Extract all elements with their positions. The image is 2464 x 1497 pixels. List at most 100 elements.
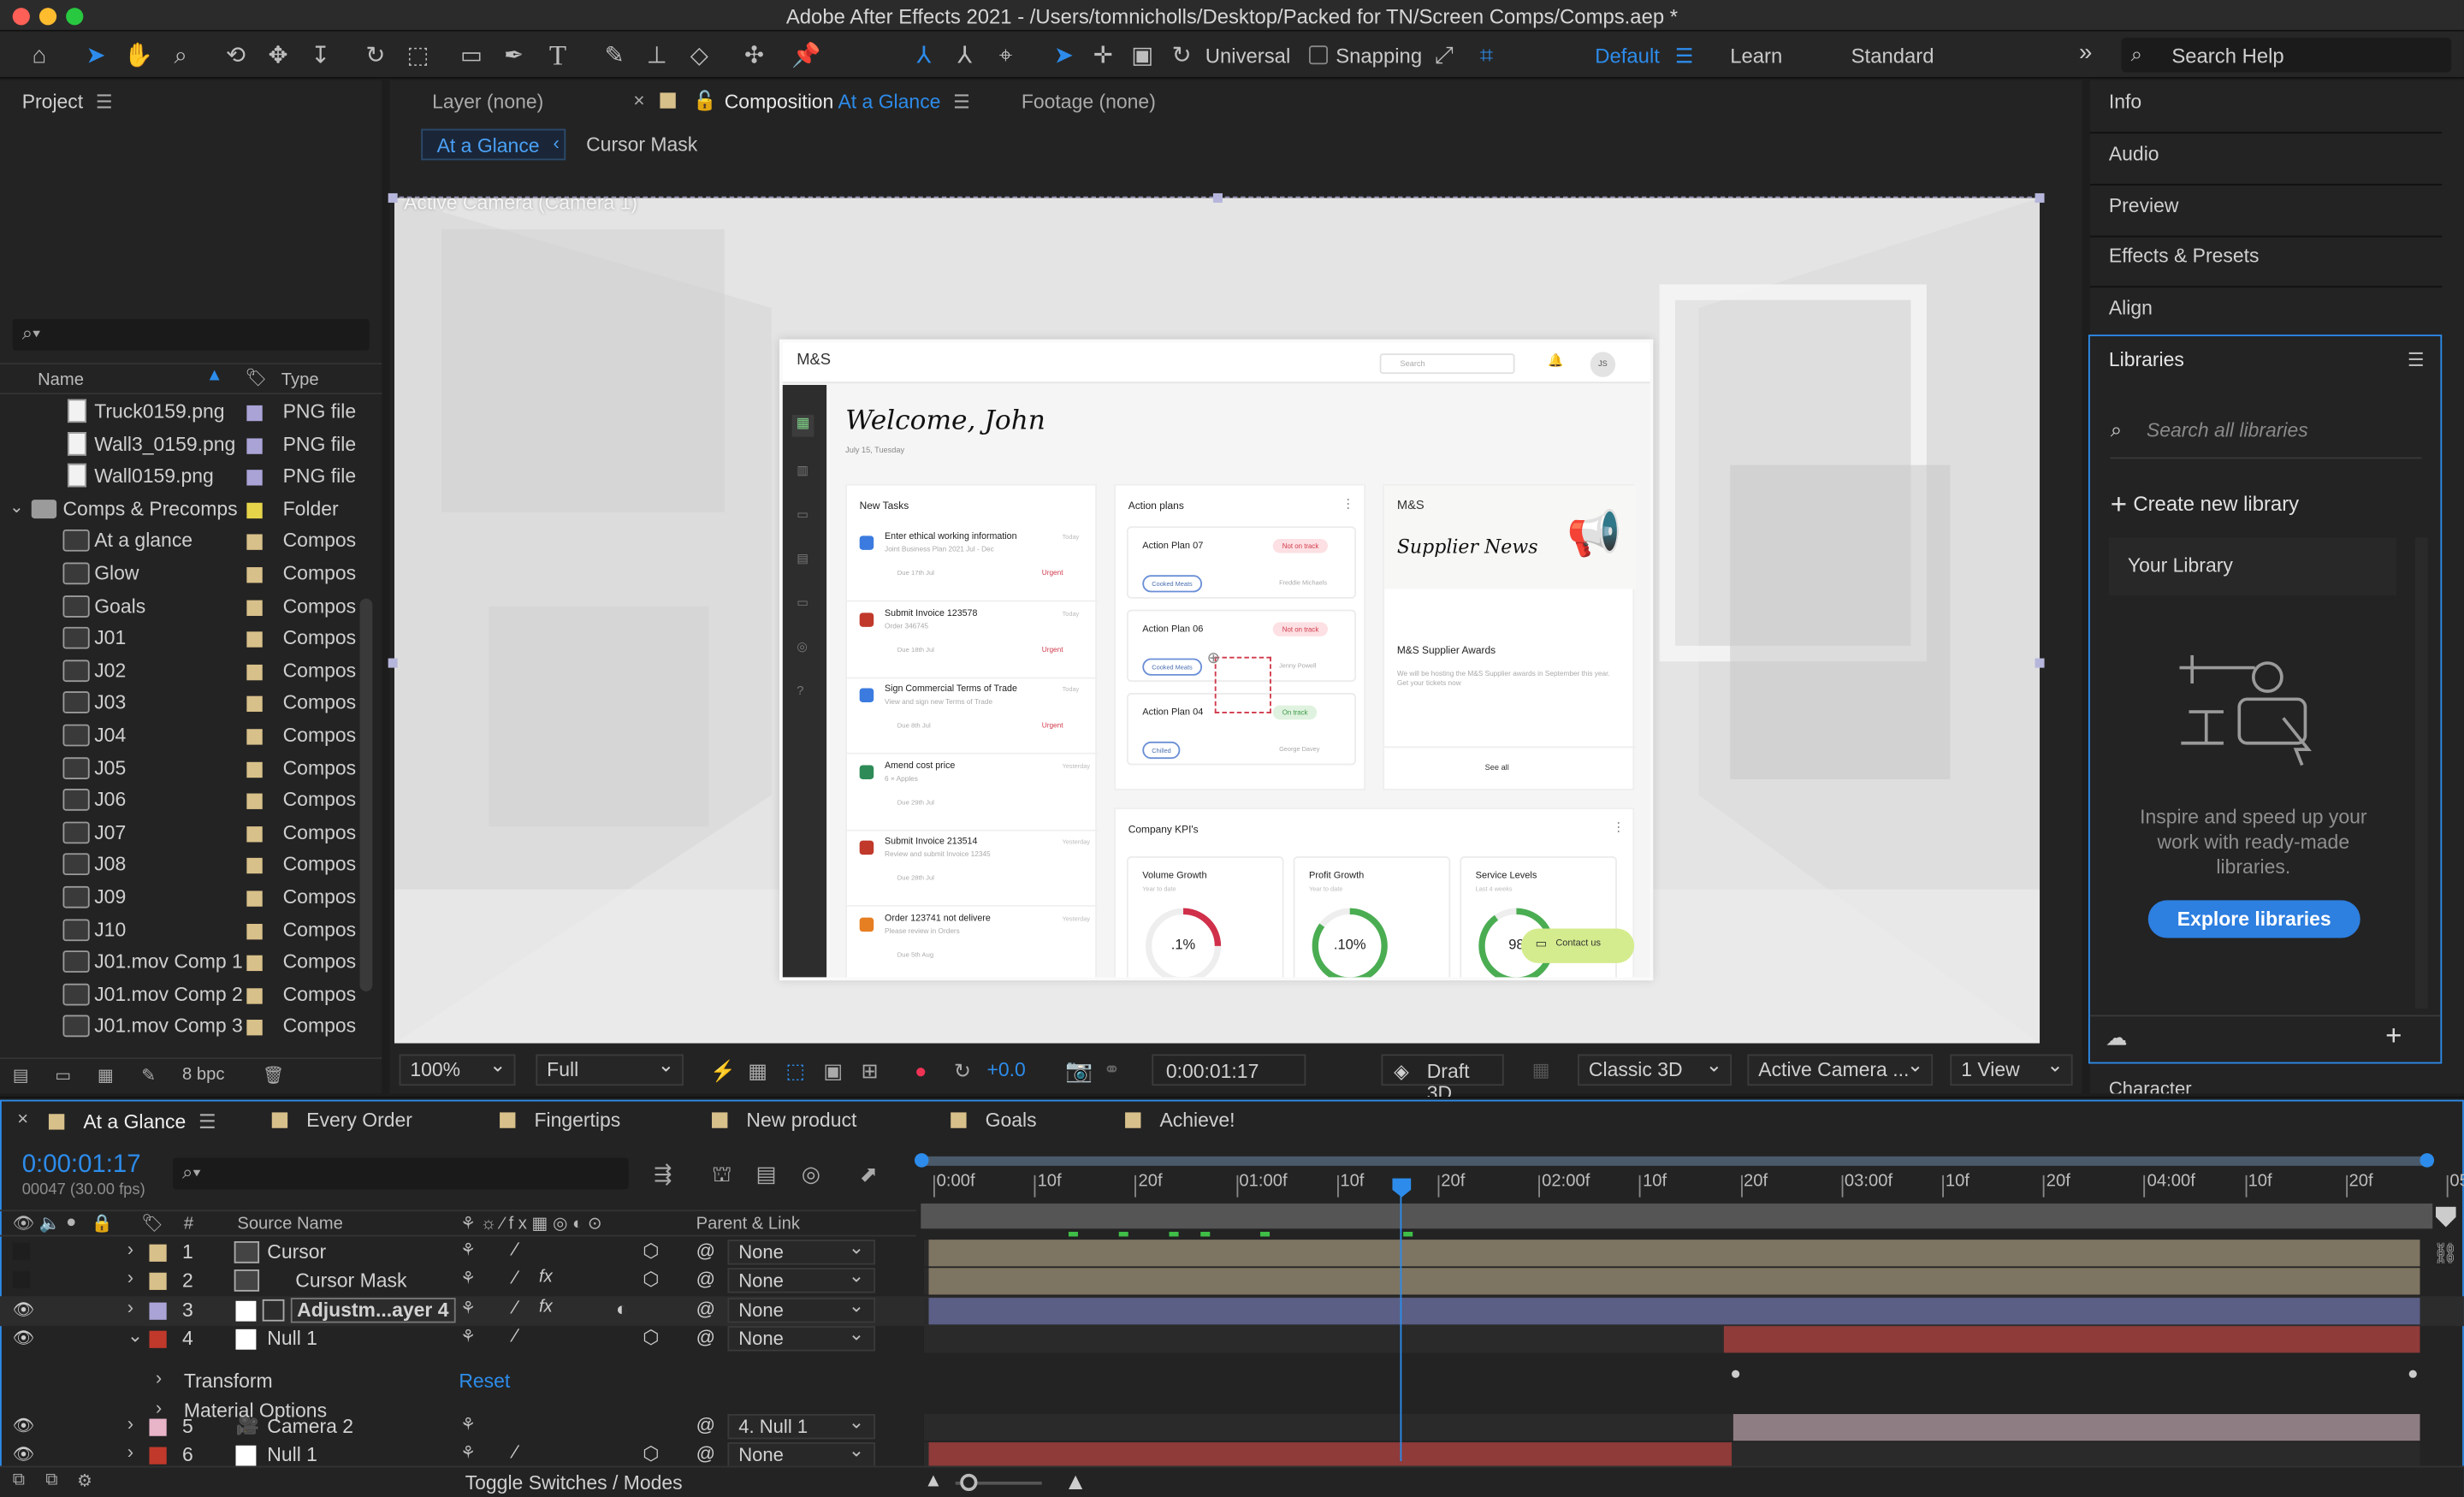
label-color-swatch[interactable] — [246, 793, 263, 810]
add-icon[interactable]: + — [2385, 1020, 2402, 1053]
disclosure-chevron-icon[interactable]: ⌄ — [9, 496, 24, 517]
clone-stamp-icon[interactable]: ⊥ — [640, 38, 674, 72]
extended-viewer-icon[interactable]: ▦ — [1532, 1059, 1550, 1081]
parent-link-header[interactable]: Parent & Link — [696, 1215, 800, 1234]
label-color-swatch[interactable] — [246, 470, 263, 486]
project-item[interactable]: J01.mov Comp 2 Compos — [0, 979, 377, 1010]
work-area-bar[interactable] — [921, 1156, 2433, 1166]
rotation-tool-icon[interactable]: ↻ — [358, 38, 393, 72]
bit-depth-button[interactable]: 8 bpc — [182, 1065, 224, 1084]
label-color-swatch[interactable] — [246, 437, 263, 454]
label-color-swatch[interactable] — [149, 1272, 167, 1290]
timeline-tab[interactable]: Every Order — [271, 1109, 412, 1131]
project-panel-title[interactable]: Project ☰ — [22, 92, 113, 114]
project-item[interactable]: J10 Compos — [0, 914, 377, 945]
brush-tool-icon[interactable]: ✎ — [597, 38, 631, 72]
work-area-end-handle[interactable] — [2420, 1153, 2435, 1168]
property-row[interactable]: › Material Options — [0, 1397, 2464, 1426]
shy-switch-icon[interactable]: ⚘ — [460, 1268, 476, 1288]
close-tab-icon[interactable]: × — [17, 1108, 28, 1130]
library-search-field[interactable]: ⌕ Search all libraries — [2110, 411, 2422, 459]
color-channel-icon[interactable]: ● — [915, 1059, 927, 1083]
expand-chevron-icon[interactable]: › — [156, 1397, 162, 1419]
parent-dropdown[interactable]: None — [727, 1294, 876, 1323]
interpret-footage-icon[interactable]: ▤ — [13, 1065, 29, 1086]
property-row[interactable]: › Transform Reset — [0, 1367, 2464, 1396]
zoom-tool-icon[interactable]: ⌕ — [163, 38, 198, 72]
timeline-current-time[interactable]: 0:00:01:17 — [22, 1151, 141, 1180]
label-color-swatch[interactable] — [149, 1244, 167, 1262]
eye-icon[interactable] — [12, 1270, 30, 1289]
timeline-tab[interactable]: At a Glance ☰ — [48, 1109, 216, 1133]
character-panel-tab[interactable]: Character — [2109, 1078, 2192, 1093]
project-item[interactable]: Goals Compos — [0, 590, 377, 622]
source-name-header[interactable]: Source Name — [237, 1215, 343, 1234]
workspace-menu-icon[interactable]: ☰ — [1675, 44, 1693, 68]
tab-layer[interactable]: Layer (none) — [432, 92, 543, 114]
label-color-swatch[interactable] — [246, 761, 263, 778]
handle[interactable] — [2035, 192, 2045, 203]
shy-switch-icon[interactable]: ⚘ — [460, 1298, 476, 1318]
in-out-icon[interactable]: ⚙ — [77, 1470, 92, 1491]
label-color-swatch[interactable] — [246, 664, 263, 680]
tab-footage[interactable]: Footage (none) — [1022, 92, 1156, 114]
grid-guides-icon[interactable]: ⊞ — [862, 1059, 879, 1084]
world-axis-icon[interactable]: ⅄ — [948, 38, 982, 72]
project-item[interactable]: J04 Compos — [0, 719, 377, 751]
view-layout-dropdown[interactable]: 1 View — [1950, 1053, 2073, 1086]
label-color-swatch[interactable] — [246, 631, 263, 648]
home-icon[interactable]: ⌂ — [22, 38, 56, 72]
project-item[interactable]: J07 Compos — [0, 817, 377, 849]
project-item[interactable]: Wall0159.png PNG file — [0, 460, 377, 492]
solo-icon[interactable]: ● — [66, 1213, 76, 1232]
sort-ascending-icon[interactable]: ▲ — [206, 366, 223, 385]
label-color-swatch[interactable] — [246, 729, 263, 745]
quality-switch-icon[interactable]: ∕ — [514, 1324, 518, 1346]
project-item[interactable]: J08 Compos — [0, 849, 377, 881]
handle[interactable] — [1212, 192, 1223, 203]
quality-switch-icon[interactable]: ∕ — [514, 1441, 518, 1463]
timeline-tab[interactable]: Fingertips — [500, 1109, 620, 1131]
graph-editor-icon[interactable]: ⬈ — [860, 1161, 879, 1187]
panel-tab-info[interactable]: Info — [2109, 92, 2141, 114]
name-column-header[interactable]: Name — [38, 370, 84, 389]
pan-behind-icon[interactable]: ⬚ — [400, 38, 435, 72]
keyframe[interactable] — [1732, 1370, 1740, 1378]
transparency-grid-icon[interactable]: ▦ — [748, 1059, 767, 1084]
your-library-item[interactable]: Your Library — [2108, 537, 2396, 596]
project-item[interactable]: J01.mov Comp 3 Compos — [0, 1011, 377, 1043]
draft-3d-button[interactable]: ◈ Draft 3D — [1381, 1054, 1504, 1104]
panel-tab-align[interactable]: Align — [2109, 297, 2153, 319]
cloud-icon[interactable]: ☁ — [2106, 1025, 2128, 1051]
3d-rotate-icon[interactable]: ↻ — [1164, 38, 1199, 72]
audio-icon[interactable]: 🔈 — [39, 1213, 61, 1234]
transfer-controls-icon[interactable]: ⧉ — [45, 1470, 57, 1491]
layer-switches-icon[interactable]: ⧉ — [13, 1470, 25, 1491]
keyframe[interactable] — [2408, 1370, 2417, 1378]
project-item[interactable]: Glow Compos — [0, 558, 377, 589]
project-item[interactable]: ⌄ Comps & Precomps Folder — [0, 493, 377, 524]
layer-name[interactable]: Adjustm...ayer 4 — [290, 1298, 455, 1323]
project-item[interactable]: J01.mov Comp 1 Compos — [0, 946, 377, 978]
expand-chevron-icon[interactable]: › — [127, 1441, 133, 1463]
3d-layer-switch-icon[interactable]: ⬡ — [643, 1326, 659, 1348]
snapshot-icon[interactable]: 📷 — [1065, 1057, 1093, 1084]
lock-icon[interactable]: 🔓 — [693, 90, 716, 112]
project-item[interactable]: J01 Compos — [0, 623, 377, 654]
panel-tab-effects-presets[interactable]: Effects & Presets — [2109, 246, 2260, 268]
layer-duration-bar[interactable] — [928, 1240, 2420, 1267]
parent-dropdown[interactable]: None — [727, 1265, 876, 1293]
layer-duration-bar[interactable] — [1723, 1326, 2420, 1353]
parent-dropdown[interactable]: None — [727, 1439, 876, 1468]
label-color-swatch[interactable] — [149, 1302, 167, 1320]
reset-transform-link[interactable]: Reset — [459, 1370, 510, 1393]
label-color-swatch[interactable] — [246, 696, 263, 713]
show-snapshot-icon[interactable]: ⚭ — [1103, 1057, 1120, 1082]
label-color-swatch[interactable] — [246, 567, 263, 583]
label-color-swatch[interactable] — [246, 535, 263, 551]
label-color-swatch[interactable] — [246, 858, 263, 874]
label-color-swatch[interactable] — [246, 825, 263, 843]
handle[interactable] — [2035, 658, 2045, 668]
panel-tab-preview[interactable]: Preview — [2109, 195, 2179, 217]
frame-blending-icon[interactable]: ▤ — [755, 1161, 776, 1187]
